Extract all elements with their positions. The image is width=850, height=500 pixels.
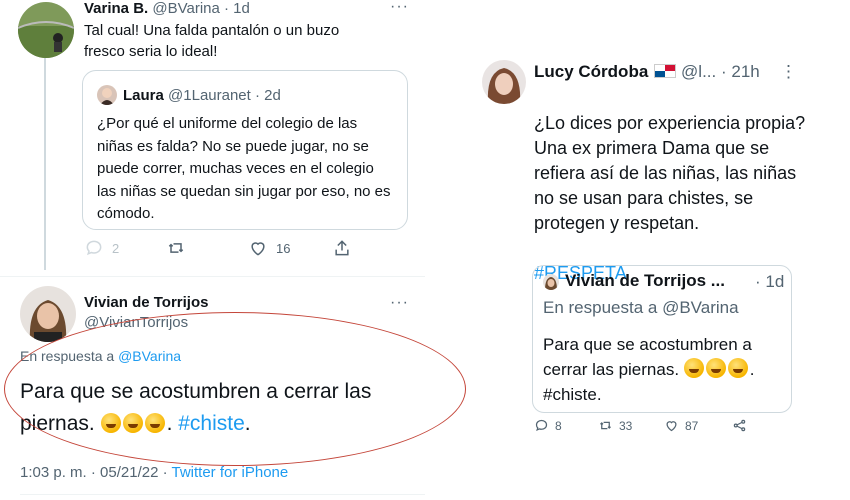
tweet-text: Tal cual! Una falda pantalón o un buzo f… xyxy=(84,22,340,60)
like-count: 87 xyxy=(685,418,699,433)
retweet-icon xyxy=(600,421,611,430)
thread-line xyxy=(44,58,46,270)
reply-count: 8 xyxy=(555,418,562,433)
heart-icon xyxy=(666,421,677,432)
share-button[interactable] xyxy=(732,418,747,433)
reply-icon xyxy=(86,240,102,256)
avatar-lucy[interactable] xyxy=(482,60,526,104)
share-icon xyxy=(335,240,349,256)
tweet-text: ¿Lo dices por experiencia propia? Una ex… xyxy=(534,86,809,286)
quote-text: Para que se acostumbren a cerrar las pie… xyxy=(543,335,755,404)
avatar-laura xyxy=(97,85,117,105)
author-handle[interactable]: @BVarina · 1d xyxy=(152,0,250,17)
quote-time: · 1d xyxy=(755,272,785,291)
quote-hashtag: #chiste. xyxy=(543,385,602,404)
quote-header: Vivian de Torrijos ... xyxy=(565,271,725,291)
highlight-ellipse xyxy=(4,312,466,466)
source-link[interactable]: Twitter for iPhone xyxy=(172,464,289,481)
reply-button[interactable]: 2 xyxy=(84,238,119,258)
tweet-varina-header: Varina B. @BVarina · 1d xyxy=(84,0,250,17)
avatar-varina[interactable] xyxy=(18,2,74,58)
like-button[interactable]: 87 xyxy=(664,418,698,433)
tweet-lucy-header: Lucy Córdoba @l... · 21h xyxy=(534,62,760,82)
author-name[interactable]: Varina B. xyxy=(84,0,148,17)
share-button[interactable] xyxy=(332,238,352,258)
like-button[interactable]: 16 xyxy=(248,238,290,258)
avatar-vivian[interactable] xyxy=(20,286,76,342)
like-count: 16 xyxy=(276,240,291,256)
reply-button[interactable]: 8 xyxy=(534,418,562,433)
author-handle[interactable]: @l... xyxy=(681,62,716,81)
retweet-count: 33 xyxy=(619,418,633,433)
quote-author-name: Laura xyxy=(123,87,164,104)
retweet-button[interactable]: 33 xyxy=(598,418,632,433)
quote-author-handle: @1Lauranet · 2d xyxy=(168,87,281,104)
rofl-emoji-icon xyxy=(727,358,748,378)
separator xyxy=(0,276,425,277)
more-options-icon[interactable]: ··· xyxy=(390,0,409,16)
more-options-icon[interactable]: ⋮ xyxy=(780,62,797,82)
quote-header: Laura @1Lauranet · 2d xyxy=(123,87,281,104)
quote-reply-context: En respuesta a @BVarina xyxy=(543,298,739,317)
quoted-tweet-laura[interactable]: Laura @1Lauranet · 2d ¿Por qué el unifor… xyxy=(82,70,408,230)
heart-icon xyxy=(251,242,265,256)
separator xyxy=(20,494,425,495)
quote-text: ¿Por qué el uniforme del colegio de las … xyxy=(97,115,391,222)
reply-count: 2 xyxy=(112,240,120,256)
tweet-body: ¿Lo dices por experiencia propia? Una ex… xyxy=(534,113,806,233)
reply-icon xyxy=(535,419,548,431)
quote-author-name: Vivian de Torrijos ... xyxy=(565,271,725,290)
panama-flag-icon xyxy=(654,64,677,78)
author-name[interactable]: Vivian de Torrijos xyxy=(84,294,208,311)
avatar-vivian-small xyxy=(543,274,559,290)
more-options-icon[interactable]: ··· xyxy=(390,294,409,312)
quoted-tweet-vivian[interactable]: Vivian de Torrijos ... · 1d En respuesta… xyxy=(532,265,792,413)
rofl-emoji-icon xyxy=(705,358,726,378)
tweet-meta: 1:03 p. m. · 05/21/22 · Twitter for iPho… xyxy=(20,464,288,481)
share-icon xyxy=(733,419,746,432)
retweet-button[interactable] xyxy=(166,238,186,258)
tweet-time[interactable]: · 21h xyxy=(721,62,760,81)
author-name[interactable]: Lucy Córdoba xyxy=(534,62,648,81)
timestamp[interactable]: 1:03 p. m. · 05/21/22 · xyxy=(20,464,168,481)
rofl-emoji-icon xyxy=(683,358,704,378)
retweet-icon xyxy=(168,243,184,253)
